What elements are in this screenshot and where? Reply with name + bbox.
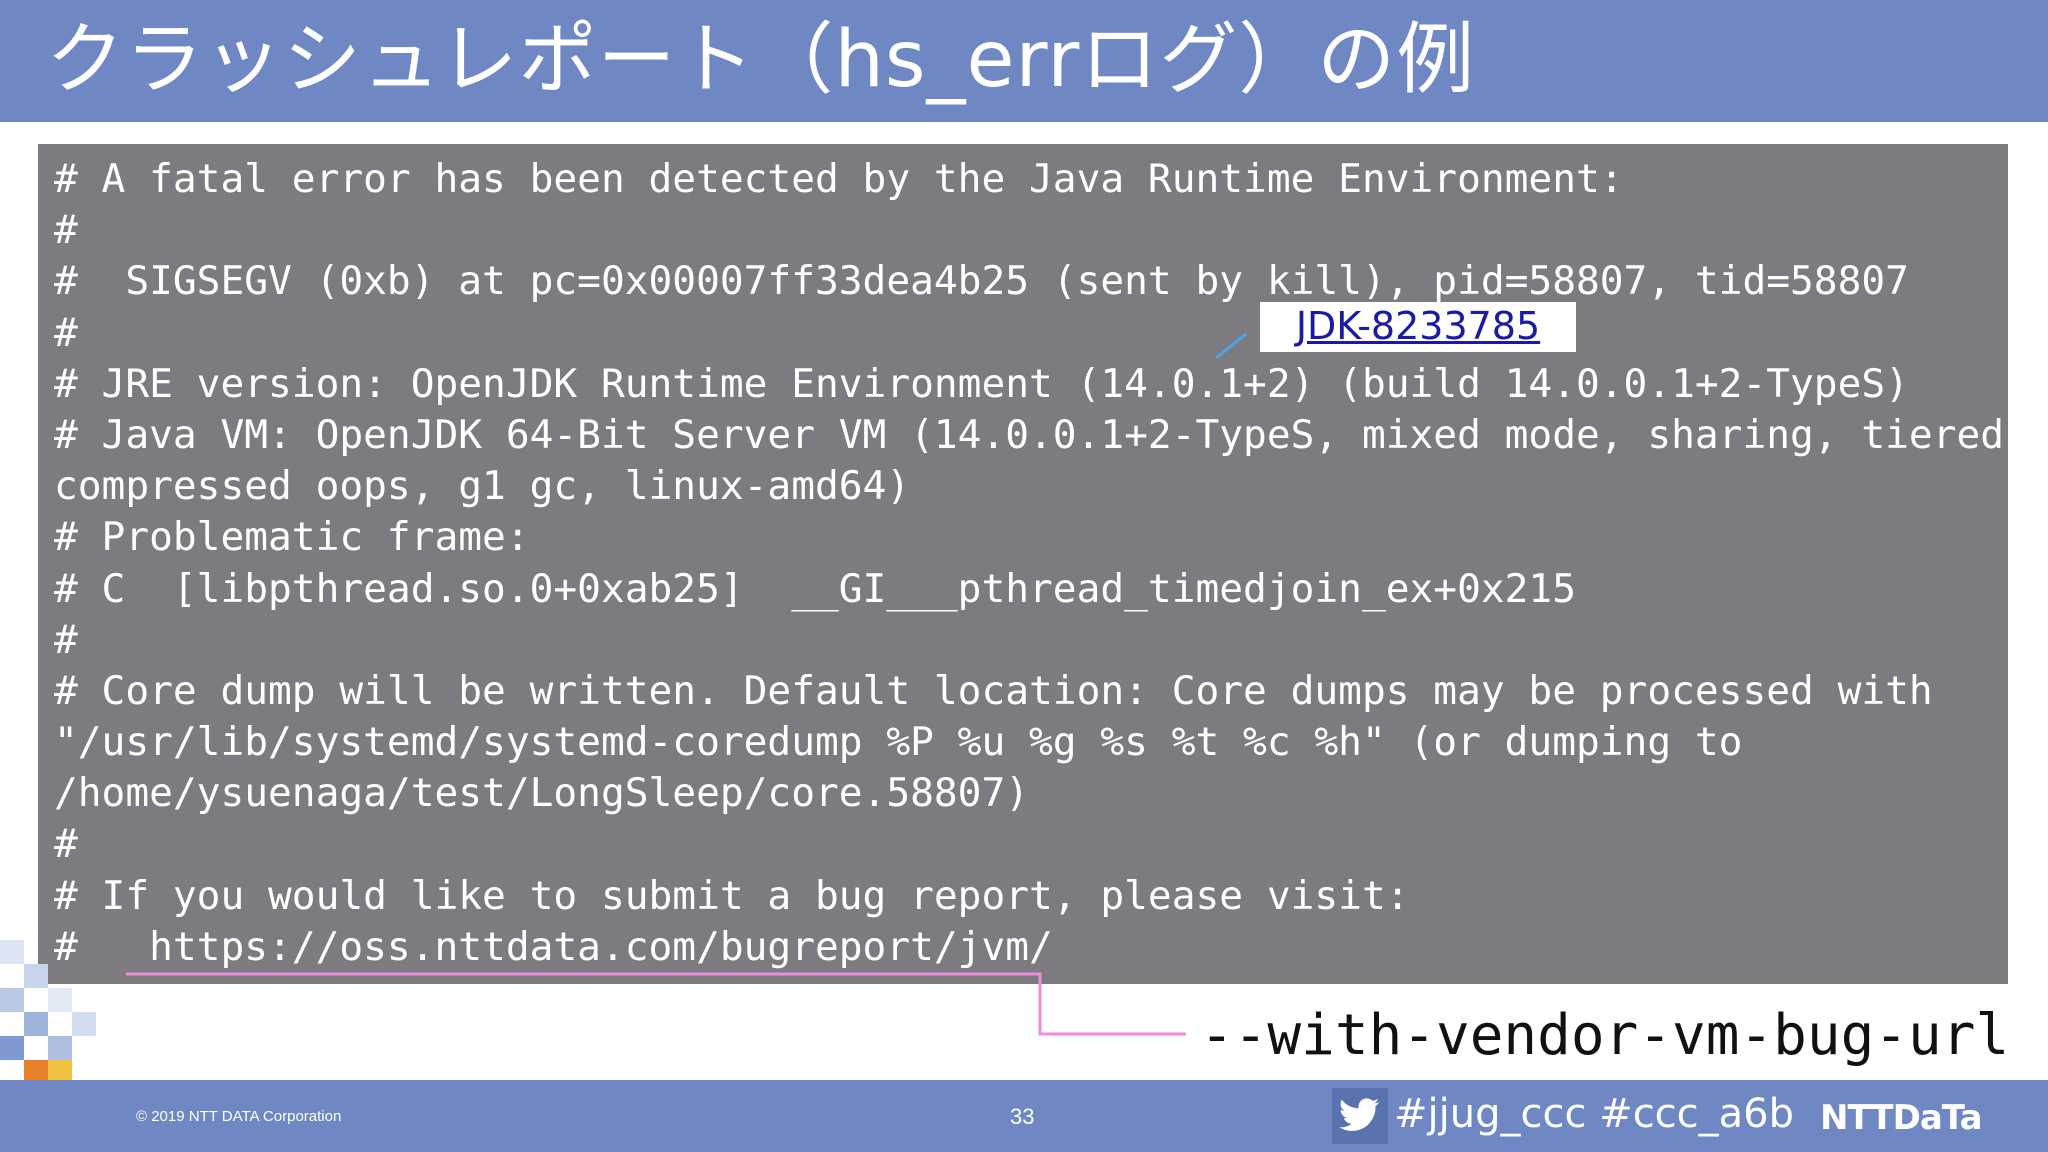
console-line: # A fatal error has been detected by the… xyxy=(54,156,1624,202)
console-line: compressed oops, g1 gc, linux-amd64) xyxy=(54,463,911,510)
console-line: # SIGSEGV (0xb) at pc=0x00007ff33dea4b25… xyxy=(54,258,1909,305)
slide-title: クラッシュレポート（hs_errログ）の例 xyxy=(46,15,1476,105)
vendor-bug-url-option: --with-vendor-vm-bug-url xyxy=(1200,1003,2010,1068)
console-line: # Core dump will be written. Default loc… xyxy=(54,667,1933,714)
console-line: # xyxy=(54,821,78,868)
title-bar: クラッシュレポート（hs_errログ）の例 xyxy=(0,0,2048,122)
console-line: # C [libpthread.so.0+0xab25] __GI___pthr… xyxy=(54,565,1576,612)
console-lines: # A fatal error has been detected by the… xyxy=(54,154,2028,973)
console-line: # xyxy=(54,616,78,663)
conference-hashtags: #jjug_ccc #ccc_a6b xyxy=(1394,1091,1795,1137)
jdk-issue-box: JDK-8233785 xyxy=(1260,302,1576,352)
jdk-issue-link[interactable]: JDK-8233785 xyxy=(1260,302,1576,352)
console-line: # xyxy=(54,207,78,254)
copyright-text: © 2019 NTT DATA Corporation xyxy=(136,1108,342,1125)
console-line: # https://oss.nttdata.com/bugreport/jvm/ xyxy=(54,923,1053,970)
console-line: # Java VM: OpenJDK 64-Bit Server VM (14.… xyxy=(54,411,2028,458)
console-line: # If you would like to submit a bug repo… xyxy=(54,872,1410,919)
console-line: # Problematic frame: xyxy=(54,514,530,561)
console-line: # xyxy=(54,309,78,356)
console-line: # JRE version: OpenJDK Runtime Environme… xyxy=(54,360,1909,407)
crash-report-console: # A fatal error has been detected by the… xyxy=(38,144,2028,984)
twitter-icon xyxy=(1332,1088,1388,1144)
page-number: 33 xyxy=(1010,1104,1035,1129)
console-line: "/usr/lib/systemd/systemd-coredump %P %u… xyxy=(54,719,1743,766)
console-line: /home/ysuenaga/test/LongSleep/core.58807… xyxy=(54,770,1030,817)
nttdata-logo: NTTDaTa xyxy=(1820,1098,1983,1138)
